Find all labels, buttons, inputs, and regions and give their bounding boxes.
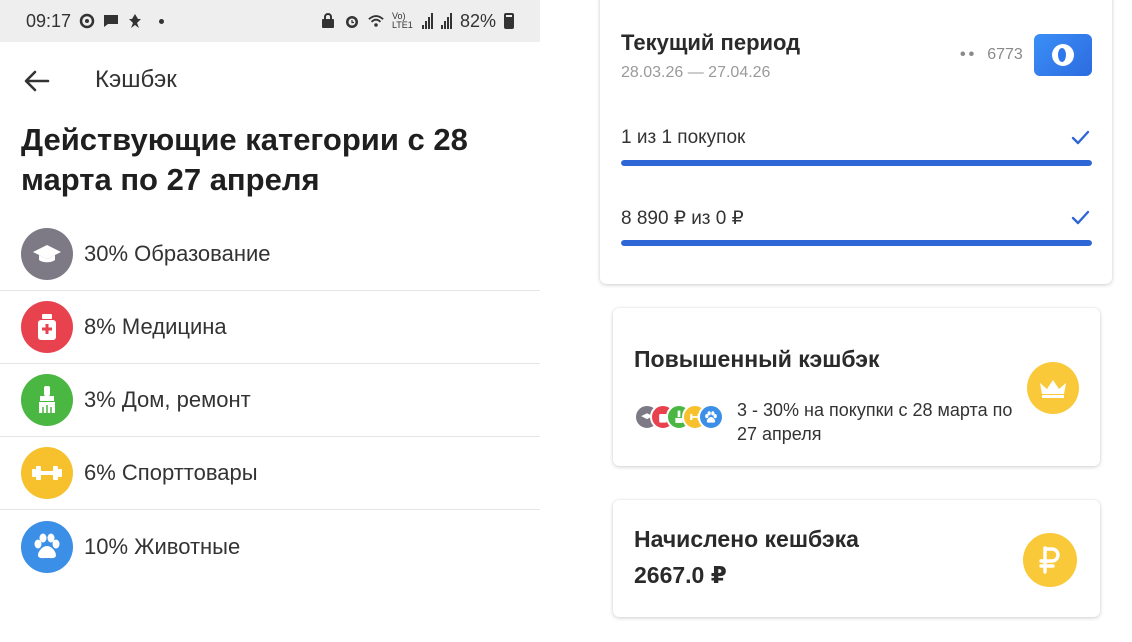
more-notifications-dot-icon xyxy=(159,18,165,24)
arrow-left-icon xyxy=(24,70,50,92)
boosted-cashback-title: Повышенный кэшбэк xyxy=(634,346,880,372)
app-bar: Кэшбэк xyxy=(0,42,540,118)
bank-logo-icon xyxy=(1052,44,1074,66)
boosted-cashback-description: 3 - 30% на покупки с 28 марта по 27 апре… xyxy=(737,400,1013,444)
accrued-cashback-amount: 2667.0 ₽ xyxy=(634,562,727,588)
boosted-cashback-card[interactable]: Повышенный кэшбэк 3 - 30% на покупки с 2… xyxy=(613,308,1100,466)
battery-icon xyxy=(504,13,514,29)
category-label: 10% Животные xyxy=(84,533,241,559)
category-label: 30% Образование xyxy=(84,241,271,266)
app-notification-icon xyxy=(127,13,143,29)
category-icon-bg xyxy=(21,228,73,280)
status-bar-right: Vo) LTE1 82% xyxy=(320,11,514,32)
signal-strength-icon-2 xyxy=(440,13,452,29)
ruble-icon xyxy=(1039,546,1060,574)
check-icon xyxy=(1071,130,1090,145)
lock-icon xyxy=(320,13,336,29)
purchases-progress-fill xyxy=(621,160,1092,166)
paint-brush-icon xyxy=(39,386,55,413)
category-icon-bg xyxy=(21,447,73,499)
crown-icon xyxy=(1040,380,1066,398)
page-heading: Действующие категории с 28 марта по 27 а… xyxy=(21,122,468,197)
crown-badge xyxy=(1027,362,1079,414)
dumbbell-icon xyxy=(32,466,62,480)
medicine-bottle-icon xyxy=(38,314,56,340)
status-bar-left: 09:17 xyxy=(26,10,165,32)
card-mask: •• xyxy=(960,46,978,63)
amount-progress-bar xyxy=(621,240,1092,246)
category-icons-stack xyxy=(634,404,734,430)
check-icon xyxy=(1071,210,1090,225)
accrued-cashback-title: Начислено кешбэка xyxy=(634,526,859,552)
graduation-cap-icon xyxy=(33,245,61,263)
cashback-screen: 09:17 Vo) LTE1 82% Кэшбэк Действующие ка… xyxy=(0,0,540,642)
wifi-icon xyxy=(368,13,384,29)
signal-strength-icon xyxy=(421,13,433,29)
category-label: 6% Спорттовары xyxy=(84,460,258,485)
category-row-animals[interactable]: 10% Животные xyxy=(0,510,540,583)
accrued-cashback-card[interactable]: Начислено кешбэка 2667.0 ₽ xyxy=(613,500,1100,617)
purchases-progress-label: 1 из 1 покупок xyxy=(621,127,746,148)
network-type-label: Vo) LTE1 xyxy=(391,11,413,30)
category-row-medicine[interactable]: 8% Медицина xyxy=(0,291,540,364)
card-number: •• 6773 xyxy=(960,46,1023,64)
card-last4: 6773 xyxy=(987,46,1023,63)
alarm-icon xyxy=(344,13,360,29)
purchases-progress-bar xyxy=(621,160,1092,166)
mini-paw-icon xyxy=(698,404,724,430)
battery-percent: 82% xyxy=(459,10,496,31)
category-icon-bg xyxy=(21,520,73,573)
category-row-sports[interactable]: 6% Спорттовары xyxy=(0,437,540,510)
category-icon-bg xyxy=(21,374,73,426)
status-time: 09:17 xyxy=(26,10,72,31)
amount-progress-label: 8 890 ₽ из 0 ₽ xyxy=(621,208,744,229)
current-period-title: Текущий период xyxy=(621,30,801,55)
screen-title: Кэшбэк xyxy=(95,66,177,93)
current-period-card[interactable]: Текущий период 28.03.26 — 27.04.26 •• 67… xyxy=(600,0,1112,284)
category-list: 30% Образование 8% Медицина 3% Дом, ремо… xyxy=(0,218,540,583)
category-row-home-repair[interactable]: 3% Дом, ремонт xyxy=(0,364,540,437)
category-icon-bg xyxy=(21,301,73,353)
bank-card-icon xyxy=(1034,34,1092,76)
category-row-education[interactable]: 30% Образование xyxy=(0,218,540,291)
current-period-dates: 28.03.26 — 27.04.26 xyxy=(621,64,771,81)
amount-progress-fill xyxy=(621,240,1092,246)
paw-icon xyxy=(34,533,60,558)
message-icon xyxy=(103,13,119,29)
back-button[interactable] xyxy=(22,66,52,96)
status-bar: 09:17 Vo) LTE1 82% xyxy=(0,0,540,42)
category-label: 8% Медицина xyxy=(84,314,227,339)
category-label: 3% Дом, ремонт xyxy=(84,387,251,412)
sync-icon xyxy=(79,13,95,29)
ruble-badge xyxy=(1023,533,1077,587)
